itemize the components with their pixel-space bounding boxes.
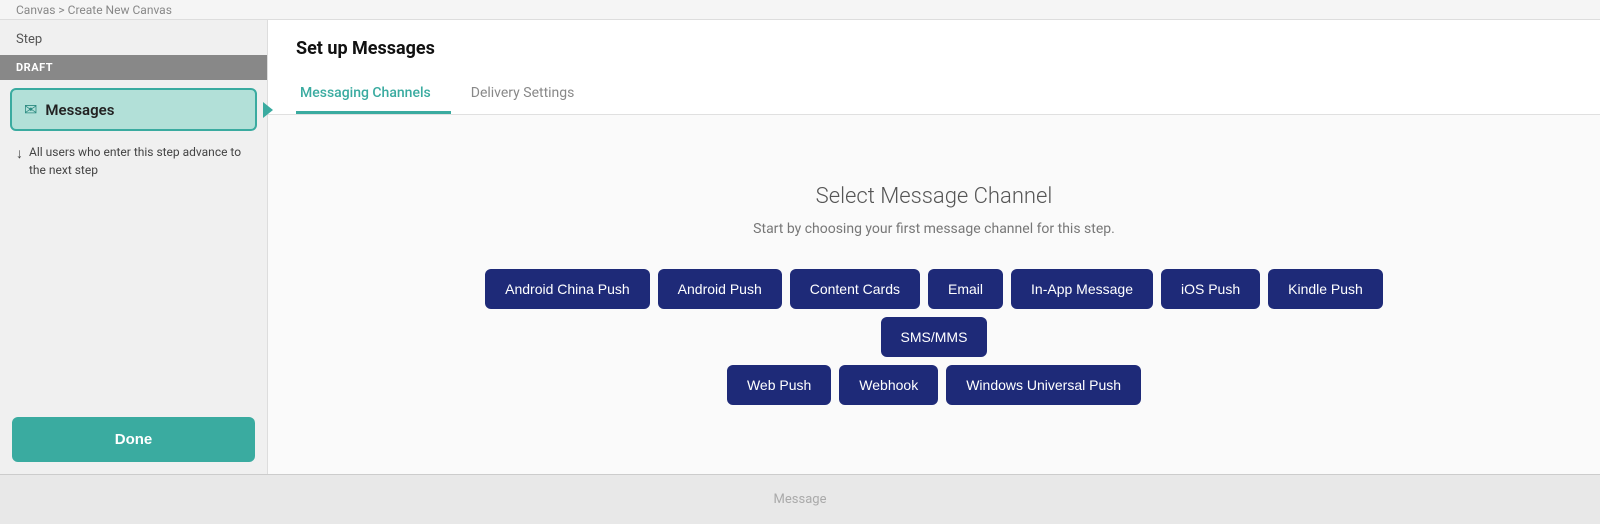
channel-btn-ios-push[interactable]: iOS Push bbox=[1161, 269, 1260, 309]
done-button[interactable]: Done bbox=[12, 417, 255, 462]
page-title: Set up Messages bbox=[296, 38, 1572, 59]
channel-btn-android-china-push[interactable]: Android China Push bbox=[485, 269, 650, 309]
channel-selection-subtitle: Start by choosing your first message cha… bbox=[753, 221, 1115, 237]
breadcrumb: Canvas > Create New Canvas bbox=[16, 3, 172, 17]
top-bar: Canvas > Create New Canvas bbox=[0, 0, 1600, 20]
down-arrow-icon: ↓ bbox=[16, 144, 23, 165]
messages-item-label: Messages bbox=[45, 101, 114, 119]
step-label: Step bbox=[0, 20, 267, 55]
tabs: Messaging Channels Delivery Settings bbox=[296, 75, 1572, 114]
channel-btn-kindle-push[interactable]: Kindle Push bbox=[1268, 269, 1383, 309]
bottom-area: Message bbox=[0, 474, 1600, 524]
channel-btn-content-cards[interactable]: Content Cards bbox=[790, 269, 920, 309]
main-header: Set up Messages Messaging Channels Deliv… bbox=[268, 20, 1600, 115]
sidebar: Step DRAFT ✉ Messages ↓ All users who en… bbox=[0, 20, 268, 474]
sidebar-info-text: All users who enter this step advance to… bbox=[29, 143, 251, 179]
main-content: Set up Messages Messaging Channels Deliv… bbox=[268, 20, 1600, 474]
messages-sidebar-item[interactable]: ✉ Messages bbox=[10, 88, 257, 131]
tab-delivery-settings[interactable]: Delivery Settings bbox=[467, 75, 595, 114]
sidebar-info: ↓ All users who enter this step advance … bbox=[0, 135, 267, 195]
send-icon: ✉ bbox=[24, 100, 37, 119]
channel-btn-android-push[interactable]: Android Push bbox=[658, 269, 782, 309]
arrow-right-indicator bbox=[263, 102, 273, 118]
channel-selection-area: Select Message Channel Start by choosing… bbox=[268, 115, 1600, 474]
bottom-message-text: Message bbox=[774, 492, 827, 507]
channel-selection-title: Select Message Channel bbox=[816, 184, 1053, 209]
tab-messaging-channels[interactable]: Messaging Channels bbox=[296, 75, 451, 114]
channel-btn-sms/mms[interactable]: SMS/MMS bbox=[881, 317, 988, 357]
sidebar-spacer bbox=[0, 195, 267, 405]
channel-buttons-row2: Web PushWebhookWindows Universal Push bbox=[727, 365, 1141, 405]
draft-badge: DRAFT bbox=[0, 55, 267, 80]
channel-btn-windows-universal-push[interactable]: Windows Universal Push bbox=[946, 365, 1141, 405]
channel-btn-in-app-message[interactable]: In-App Message bbox=[1011, 269, 1153, 309]
channel-buttons-row1: Android China PushAndroid PushContent Ca… bbox=[484, 269, 1384, 357]
main-layout: Step DRAFT ✉ Messages ↓ All users who en… bbox=[0, 20, 1600, 474]
channel-btn-webhook[interactable]: Webhook bbox=[839, 365, 938, 405]
channel-btn-email[interactable]: Email bbox=[928, 269, 1003, 309]
channel-btn-web-push[interactable]: Web Push bbox=[727, 365, 831, 405]
